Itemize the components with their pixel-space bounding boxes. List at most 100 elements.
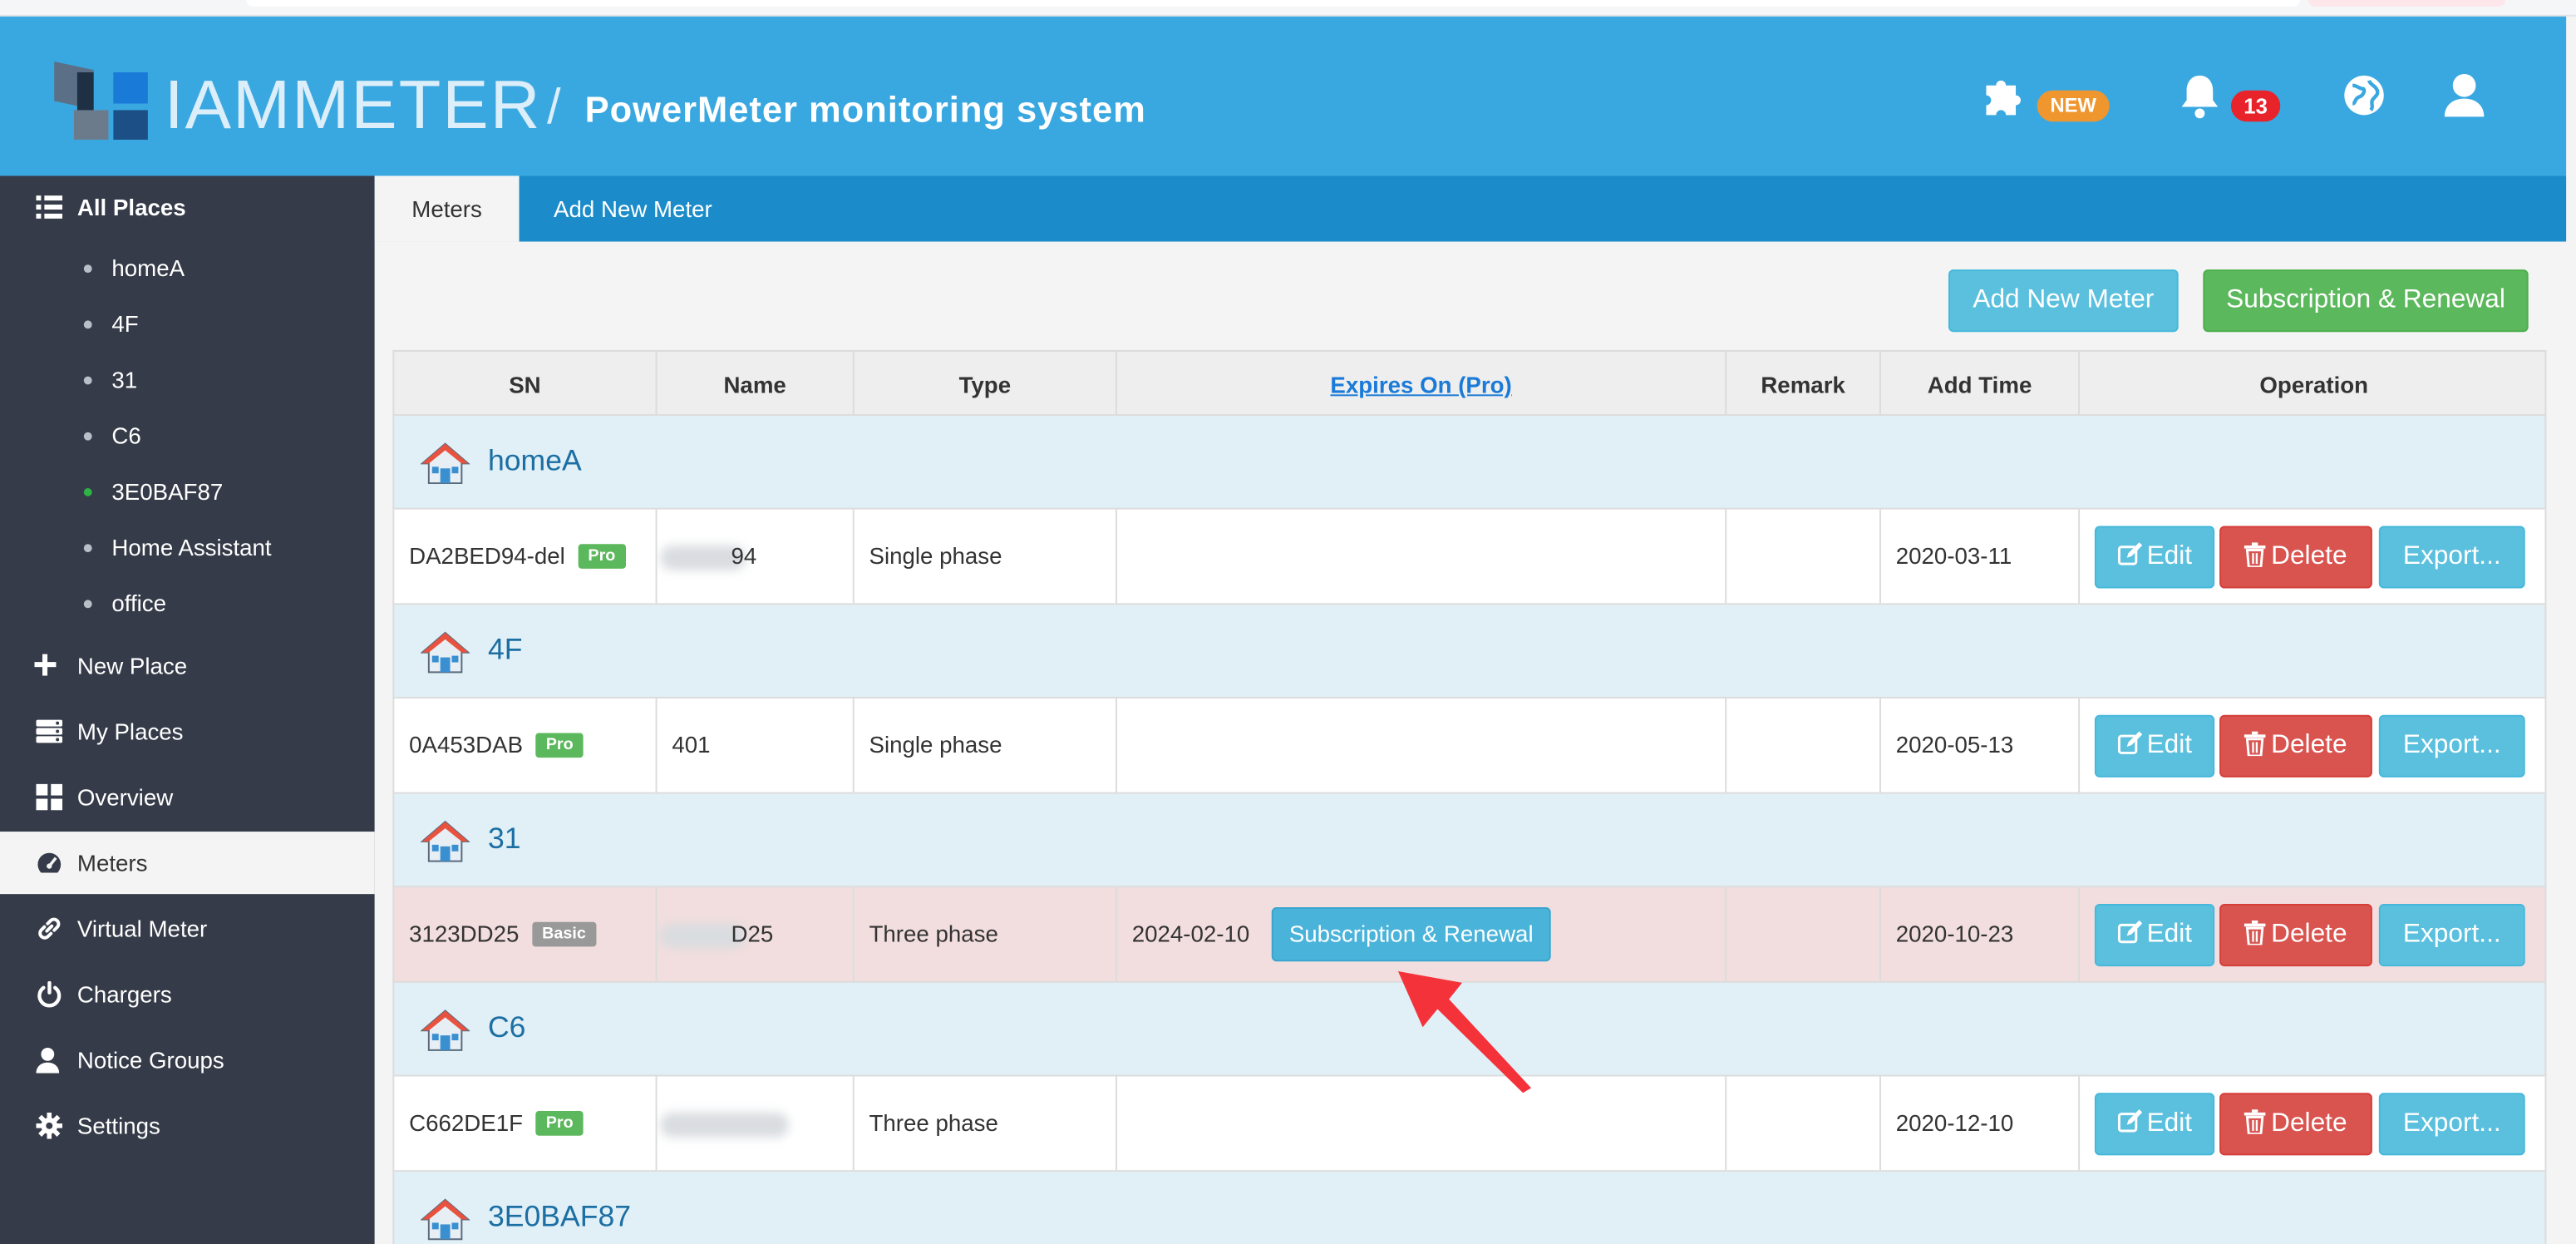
row-subscription-renewal-button[interactable]: Subscription & Renewal (1271, 906, 1551, 962)
meter-add-time: 2020-10-23 (1895, 920, 2014, 947)
export-button[interactable]: Export... (2378, 526, 2525, 589)
edit-button[interactable]: Edit (2094, 526, 2215, 589)
delete-label: Delete (2271, 1109, 2347, 1138)
place-group-row[interactable]: 3E0BAF87 (392, 1172, 2547, 1244)
plan-badge: Pro (578, 543, 626, 569)
delete-button[interactable]: Delete (2219, 526, 2372, 589)
tab-add-new-meter[interactable]: Add New Meter (554, 175, 712, 241)
meter-add-time: 2020-03-11 (1895, 542, 2012, 569)
sidebar-item-notice-groups[interactable]: Notice Groups (0, 1029, 375, 1091)
edit-label: Edit (2146, 1109, 2193, 1138)
meter-name (672, 1109, 774, 1136)
status-dot (83, 320, 92, 329)
sidebar-place-c6[interactable]: C6 (0, 407, 375, 463)
puzzle-icon[interactable] (1982, 71, 2031, 128)
sidebar-item-label: 3E0BAF87 (111, 478, 224, 505)
online-status-dot (83, 487, 92, 496)
brand-name: IAMMETER (164, 66, 542, 143)
server-icon (36, 719, 63, 743)
sidebar-place-office[interactable]: office (0, 575, 375, 631)
meter-name-cell: D25 (658, 887, 855, 981)
place-group-row[interactable]: 31 (392, 793, 2547, 888)
address-bar[interactable] (246, 0, 2300, 7)
delete-button[interactable]: Delete (2219, 904, 2372, 967)
table-header: SN Name Type Expires On (Pro) Remark Add… (392, 349, 2547, 418)
operation-cell: Edit Delete Export... (2080, 510, 2548, 604)
sidebar-item-all-places[interactable]: All Places (0, 175, 375, 238)
place-group-name[interactable]: homeA (488, 416, 582, 506)
meter-type-cell: Three phase (855, 1076, 1117, 1171)
place-group-name[interactable]: 4F (488, 605, 523, 695)
meter-add-time-cell: 2020-03-11 (1881, 509, 2081, 604)
bell-icon[interactable] (2175, 71, 2224, 128)
sidebar-place-3e0baf87[interactable]: 3E0BAF87 (0, 463, 375, 519)
column-header-add-time: Add Time (1881, 351, 2081, 418)
sidebar-item-label: Notice Groups (76, 1046, 224, 1074)
sidebar-item-overview[interactable]: Overview (0, 766, 375, 828)
link-icon (38, 917, 61, 940)
place-group-name[interactable]: C6 (488, 983, 525, 1074)
export-button[interactable]: Export... (2378, 714, 2525, 778)
meter-remark-cell (1726, 509, 1881, 604)
globe-icon[interactable] (2342, 74, 2385, 125)
place-group-name[interactable]: 31 (488, 794, 521, 885)
trash-icon (2244, 1109, 2272, 1138)
sidebar-item-virtual-meter[interactable]: Virtual Meter (0, 897, 375, 960)
sidebar-item-label: My Places (76, 718, 184, 745)
annotation-arrow (1397, 971, 1532, 1093)
delete-label: Delete (2271, 731, 2347, 760)
plus-icon (34, 654, 57, 676)
meter-add-time-cell: 2020-05-13 (1881, 698, 2081, 792)
sidebar-item-label: Virtual Meter (76, 915, 208, 942)
new-badge[interactable]: NEW (2037, 90, 2110, 122)
edit-label: Edit (2146, 731, 2193, 760)
place-group-name[interactable]: 3E0BAF87 (488, 1172, 631, 1244)
meter-sn-cell: 3123DD25 Basic (394, 887, 658, 981)
sidebar-item-meters[interactable]: Meters (0, 832, 375, 895)
delete-button[interactable]: Delete (2219, 1093, 2372, 1156)
edit-button[interactable]: Edit (2094, 714, 2215, 778)
meter-add-time-cell: 2020-10-23 (1881, 887, 2081, 981)
sidebar-place-31[interactable]: 31 (0, 352, 375, 407)
meter-type: Three phase (869, 920, 998, 947)
edit-button[interactable]: Edit (2094, 904, 2215, 967)
add-new-meter-button[interactable]: Add New Meter (1948, 269, 2179, 333)
sidebar-item-chargers[interactable]: Chargers (0, 963, 375, 1025)
dashboard-icon (37, 852, 62, 873)
sidebar-item-settings[interactable]: Settings (0, 1094, 375, 1157)
export-button[interactable]: Export... (2378, 904, 2525, 967)
browser-tab[interactable] (2308, 0, 2506, 7)
edit-button[interactable]: Edit (2094, 1093, 2215, 1156)
meter-sn: DA2BED94-del (409, 542, 565, 569)
gear-icon (36, 1113, 63, 1139)
meter-name-cell (658, 1076, 855, 1171)
plan-badge: Basic (532, 921, 596, 947)
column-header-expires-on[interactable]: Expires On (Pro) (1117, 351, 1727, 418)
meter-type: Single phase (869, 731, 1002, 758)
sidebar-item-new-place[interactable]: New Place (0, 634, 375, 697)
delete-button[interactable]: Delete (2219, 714, 2372, 778)
sidebar-place-home-assistant[interactable]: Home Assistant (0, 520, 375, 575)
user-account-icon[interactable] (2443, 72, 2485, 126)
sidebar-item-my-places[interactable]: My Places (0, 700, 375, 763)
table-row: DA2BED94-del Pro 94 Single phase 2020-03-11 E… (392, 509, 2548, 605)
delete-label: Delete (2271, 542, 2347, 570)
meter-type-cell: Three phase (855, 887, 1117, 981)
tab-meters[interactable]: Meters (374, 175, 520, 242)
meter-expires-cell (1117, 509, 1727, 604)
place-group-row[interactable]: homeA (392, 416, 2547, 510)
plan-badge: Pro (535, 1110, 584, 1136)
sidebar-place-homea[interactable]: homeA (0, 240, 375, 296)
meter-add-time: 2020-12-10 (1895, 1109, 2014, 1136)
sidebar-item-label: 4F (111, 310, 139, 338)
column-header-type: Type (855, 351, 1117, 418)
meter-add-time-cell: 2020-12-10 (1881, 1076, 2081, 1171)
plan-badge: Pro (535, 733, 584, 758)
sidebar-place-4f[interactable]: 4F (0, 296, 375, 352)
notification-count-badge[interactable]: 13 (2230, 90, 2281, 122)
status-dot (83, 376, 92, 385)
export-button[interactable]: Export... (2378, 1093, 2525, 1156)
subscription-renewal-button[interactable]: Subscription & Renewal (2203, 269, 2529, 333)
operation-cell: Edit Delete Export... (2080, 699, 2548, 792)
place-group-row[interactable]: 4F (392, 605, 2547, 699)
